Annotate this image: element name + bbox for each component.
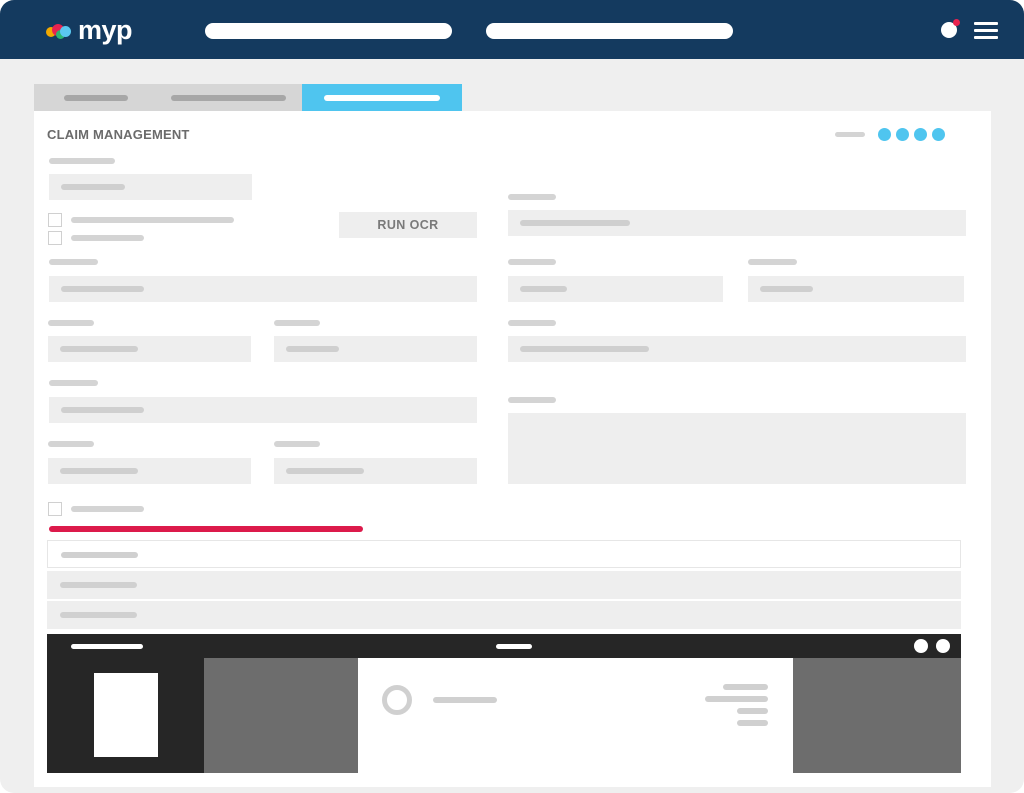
- step-dot-2[interactable]: [896, 127, 909, 141]
- app-logo[interactable]: myp: [46, 14, 133, 46]
- checkbox[interactable]: [48, 231, 62, 245]
- field-label: [49, 259, 98, 265]
- tab-bar: [34, 84, 462, 111]
- detail-line: [737, 708, 768, 714]
- field-label: [49, 158, 115, 164]
- field-label: [508, 194, 556, 200]
- input-field[interactable]: [508, 276, 723, 302]
- progress-bar: [49, 526, 363, 532]
- field-label: [48, 441, 94, 447]
- field-label: [48, 320, 94, 326]
- input-field[interactable]: [48, 336, 251, 362]
- user-avatar-icon[interactable]: [941, 19, 960, 38]
- hamburger-menu-icon[interactable]: [974, 21, 998, 39]
- document-thumbnail[interactable]: [94, 673, 158, 757]
- checkbox-label: [71, 235, 144, 241]
- viewer-preview-pane: [793, 658, 961, 773]
- input-placeholder: [286, 346, 339, 352]
- step-dot-3[interactable]: [914, 127, 927, 141]
- field-label: [49, 380, 98, 386]
- viewer-title: [496, 644, 532, 649]
- app-frame: myp CLAIM MANAGEMENT RUN OCR: [0, 0, 1024, 793]
- list-item[interactable]: [47, 571, 961, 599]
- viewer-side-pane: [204, 658, 358, 773]
- field-label: [508, 259, 556, 265]
- detail-line: [737, 720, 768, 726]
- input-placeholder: [520, 220, 630, 226]
- checkbox[interactable]: [48, 502, 62, 516]
- tab-3-label: [324, 95, 440, 101]
- input-field[interactable]: [274, 336, 477, 362]
- input-field[interactable]: [274, 458, 477, 484]
- input-placeholder: [60, 346, 138, 352]
- notification-badge-icon: [953, 19, 960, 26]
- list-item[interactable]: [47, 540, 961, 568]
- list-item[interactable]: [47, 601, 961, 629]
- list-item-label: [60, 612, 137, 618]
- detail-line: [723, 684, 768, 690]
- detail-line: [705, 696, 768, 702]
- logo-text: myp: [78, 14, 133, 45]
- nav-item-1[interactable]: [205, 23, 452, 39]
- input-field[interactable]: [49, 276, 477, 302]
- checkbox[interactable]: [48, 213, 62, 227]
- field-label: [508, 320, 556, 326]
- step-dot-1[interactable]: [878, 127, 891, 141]
- input-field[interactable]: [748, 276, 964, 302]
- document-viewer: [47, 634, 961, 773]
- detail-title: [433, 697, 497, 703]
- checkbox-label: [71, 217, 234, 223]
- step-label: [835, 131, 865, 137]
- tab-1-label: [64, 95, 128, 101]
- step-dot-4[interactable]: [932, 127, 945, 141]
- list-item-label: [61, 552, 138, 558]
- field-label: [748, 259, 797, 265]
- step-indicator: [835, 127, 950, 141]
- viewer-filename: [71, 644, 143, 649]
- input-field[interactable]: [48, 458, 251, 484]
- tab-1[interactable]: [34, 84, 156, 111]
- viewer-minimize-icon[interactable]: [914, 639, 928, 653]
- input-field[interactable]: [508, 210, 966, 236]
- notes-textarea[interactable]: [508, 413, 966, 484]
- list-item-label: [60, 582, 137, 588]
- input-field[interactable]: [508, 336, 966, 362]
- tab-2-label: [171, 95, 286, 101]
- checkbox-label: [71, 506, 144, 512]
- logo-mark-icon: [46, 21, 76, 39]
- input-placeholder: [286, 468, 364, 474]
- tab-3-active[interactable]: [302, 84, 462, 111]
- input-placeholder: [60, 468, 138, 474]
- input-field[interactable]: [49, 174, 252, 200]
- viewer-detail-pane: [358, 658, 793, 773]
- tab-2[interactable]: [156, 84, 302, 111]
- page-title: CLAIM MANAGEMENT: [47, 127, 190, 142]
- input-placeholder: [61, 184, 125, 190]
- field-label: [274, 320, 320, 326]
- field-label: [274, 441, 320, 447]
- field-label: [508, 397, 556, 403]
- nav-item-2[interactable]: [486, 23, 733, 39]
- top-navigation-bar: myp: [0, 0, 1024, 59]
- claim-management-panel: CLAIM MANAGEMENT RUN OCR: [34, 111, 991, 787]
- avatar-ring-icon: [382, 685, 412, 715]
- input-placeholder: [61, 407, 144, 413]
- run-ocr-button[interactable]: RUN OCR: [339, 212, 477, 238]
- viewer-close-icon[interactable]: [936, 639, 950, 653]
- input-placeholder: [61, 286, 144, 292]
- input-placeholder: [760, 286, 813, 292]
- input-placeholder: [520, 286, 567, 292]
- input-placeholder: [520, 346, 649, 352]
- input-field[interactable]: [49, 397, 477, 423]
